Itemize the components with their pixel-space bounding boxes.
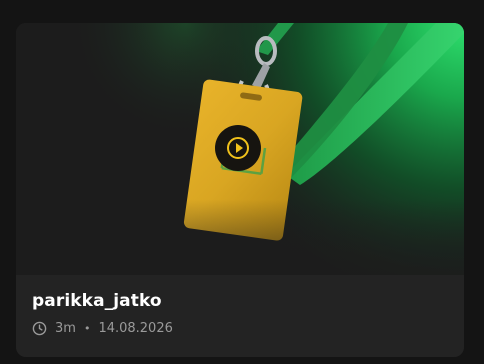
video-title[interactable]: parikka_jatko: [32, 291, 162, 311]
meta-separator: •: [83, 322, 91, 335]
video-card[interactable]: parikka_jatko 3m • 14.08.2026: [16, 23, 464, 357]
video-duration: 3m: [55, 321, 76, 336]
video-thumbnail[interactable]: [16, 23, 464, 275]
video-date: 14.08.2026: [98, 321, 173, 336]
video-meta: 3m • 14.08.2026: [32, 321, 173, 336]
video-info: parikka_jatko 3m • 14.08.2026: [16, 275, 464, 357]
play-icon: [227, 137, 249, 159]
clock-icon: [32, 321, 47, 336]
play-button[interactable]: [215, 125, 261, 171]
